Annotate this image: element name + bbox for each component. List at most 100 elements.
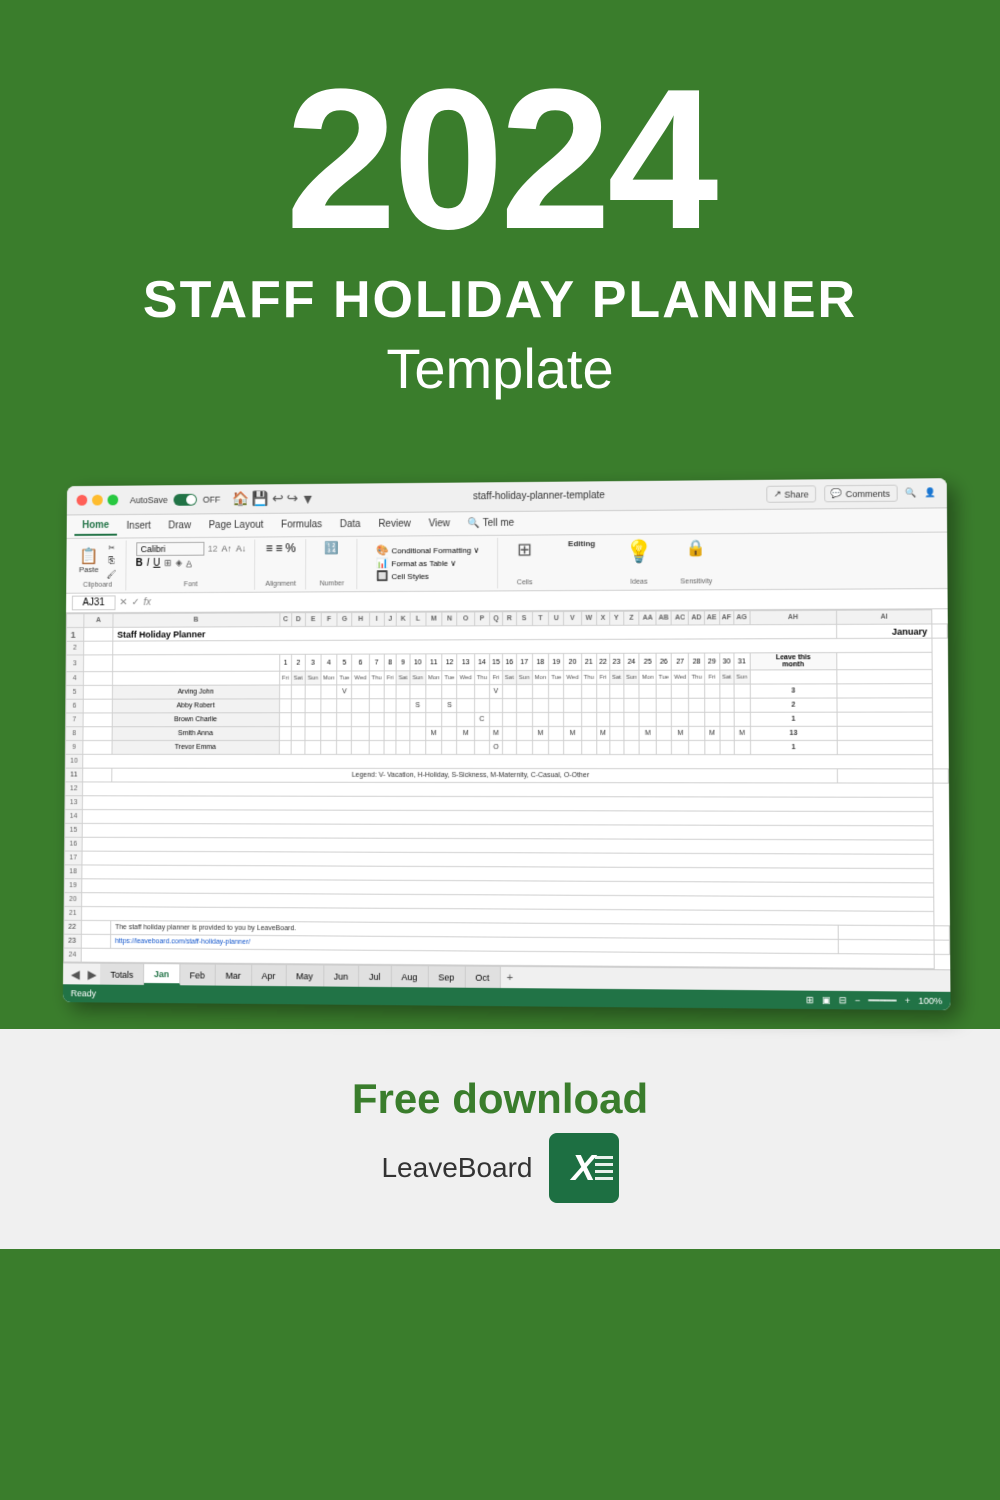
r8-w — [581, 726, 596, 740]
cells-icon: ⊞ — [517, 540, 532, 561]
conditional-formatting-btn[interactable]: 🎨 Conditional Formatting ∨ — [376, 545, 479, 557]
tab-home[interactable]: Home — [74, 517, 117, 536]
cell-reference[interactable]: AJ31 — [72, 595, 116, 610]
share-label: Share — [784, 489, 808, 499]
nav-prev-sheet[interactable]: ◀ — [67, 967, 84, 981]
col-p: P — [474, 612, 489, 626]
format-as-table-btn[interactable]: 📊 Format as Table ∨ — [376, 558, 479, 570]
cut-button[interactable]: ✂ — [104, 542, 120, 553]
row-3-a — [83, 655, 112, 672]
r6-k — [396, 699, 410, 713]
cell-styles-btn[interactable]: 🔲 Cell Styles — [376, 571, 479, 583]
zoom-slider[interactable]: ━━━━━ — [868, 995, 896, 1006]
editing-label: Editing — [568, 539, 595, 548]
paste-button[interactable]: 📋 Paste — [76, 548, 102, 575]
sensitivity-group: 🔒 Sensitivity — [666, 536, 727, 587]
maximize-button[interactable] — [108, 495, 119, 506]
r6-ac — [671, 698, 688, 712]
sheet-tab-feb[interactable]: Feb — [180, 964, 216, 985]
tab-insert[interactable]: Insert — [119, 518, 159, 535]
row-7-a — [83, 713, 112, 727]
share-button[interactable]: ↗ Share — [767, 485, 816, 502]
tab-review[interactable]: Review — [370, 516, 418, 533]
tab-page-layout[interactable]: Page Layout — [201, 517, 272, 534]
autosave-label: AutoSave — [130, 495, 168, 505]
day-9: 9 — [396, 654, 410, 671]
col-header-empty — [66, 614, 84, 628]
r7-y — [609, 712, 623, 726]
r8-ad — [689, 726, 705, 740]
day-22: 22 — [597, 653, 610, 670]
dn-8: Fri — [384, 671, 396, 685]
sheet-tab-totals[interactable]: Totals — [100, 964, 144, 985]
sheet-tab-may[interactable]: May — [286, 965, 324, 986]
credit-link-text[interactable]: https://leaveboard.com/staff-holiday-pla… — [115, 938, 250, 946]
number-format-icon[interactable]: 🔢 — [325, 541, 340, 555]
sheet-tab-mar[interactable]: Mar — [216, 965, 252, 986]
r8-ab — [656, 726, 671, 740]
sheet-tab-sep[interactable]: Sep — [428, 966, 465, 987]
r7-leave-count: 1 — [750, 712, 837, 726]
nav-next-sheet[interactable]: ▶ — [84, 967, 101, 981]
bold-button[interactable]: B — [136, 558, 143, 569]
fill-color-button[interactable]: ◈ — [175, 558, 182, 569]
cf-icon: 🎨 — [376, 545, 388, 556]
font-name-input[interactable]: Calibri — [136, 542, 204, 556]
tab-formulas[interactable]: Formulas — [273, 516, 330, 533]
row-1-header: 1 — [66, 627, 84, 641]
tab-data[interactable]: Data — [332, 516, 369, 533]
percent-icon[interactable]: % — [285, 541, 296, 555]
name-smith-anna: Smith Anna — [112, 727, 279, 741]
col-t: T — [532, 612, 549, 626]
day-13: 13 — [457, 654, 474, 671]
r9-q: O — [490, 741, 503, 755]
r8-leave-count: 13 — [750, 726, 837, 740]
font-color-button[interactable]: A̲ — [186, 558, 192, 568]
increase-font-icon[interactable]: A↑ — [222, 544, 232, 554]
comments-label: Comments — [846, 488, 890, 498]
year-title: 2024 — [40, 60, 960, 260]
search-icon[interactable]: 🔍 — [905, 487, 917, 498]
sheet-tab-jul[interactable]: Jul — [359, 966, 391, 987]
add-sheet-button[interactable]: + — [500, 971, 519, 983]
minimize-button[interactable] — [92, 495, 103, 506]
italic-button[interactable]: I — [147, 558, 150, 569]
r6-i — [369, 699, 384, 713]
r8-z — [624, 726, 640, 740]
close-button[interactable] — [77, 495, 88, 506]
autosave-toggle[interactable] — [174, 493, 197, 505]
align-center-icon[interactable]: ≡ — [276, 541, 283, 555]
tab-draw[interactable]: Draw — [160, 517, 198, 534]
sheet-tab-oct[interactable]: Oct — [465, 967, 500, 988]
sheet-tab-aug[interactable]: Aug — [391, 966, 428, 987]
name-trevor-emma: Trevor Emma — [112, 741, 279, 755]
ideas-icon[interactable]: 💡 — [625, 539, 653, 565]
col-s: S — [516, 612, 532, 626]
zoom-in-icon[interactable]: + — [905, 996, 911, 1006]
align-left-icon[interactable]: ≡ — [266, 541, 273, 555]
decrease-font-icon[interactable]: A↓ — [236, 544, 246, 554]
normal-view-icon[interactable]: ⊞ — [806, 994, 814, 1005]
col-z: Z — [623, 611, 639, 625]
sheet-tab-jun[interactable]: Jun — [324, 965, 359, 986]
tab-view[interactable]: View — [421, 515, 458, 532]
comments-button[interactable]: 💬 Comments — [824, 485, 897, 503]
underline-button[interactable]: U — [153, 558, 160, 569]
row-4-header: 4 — [66, 672, 84, 686]
font-row-2: B I U ⊞ ◈ A̲ — [136, 557, 246, 569]
r5-ad — [689, 684, 705, 698]
formula-input[interactable] — [155, 593, 942, 608]
page-break-icon[interactable]: ⊟ — [839, 994, 847, 1005]
dn-24: Sun — [624, 670, 640, 684]
copy-button[interactable]: ⎘ — [104, 555, 120, 567]
borders-button[interactable]: ⊞ — [164, 558, 171, 569]
dn-1: Fri — [279, 671, 291, 685]
zoom-out-icon[interactable]: − — [855, 995, 860, 1005]
page-layout-icon[interactable]: ▣ — [822, 994, 831, 1005]
tab-tellme[interactable]: 🔍 Tell me — [460, 515, 522, 532]
r7-s — [516, 712, 532, 726]
format-painter-button[interactable]: 🖌 — [104, 569, 120, 580]
sheet-tab-apr[interactable]: Apr — [252, 965, 287, 986]
r9-r — [502, 740, 516, 754]
sheet-tab-jan[interactable]: Jan — [144, 964, 180, 985]
